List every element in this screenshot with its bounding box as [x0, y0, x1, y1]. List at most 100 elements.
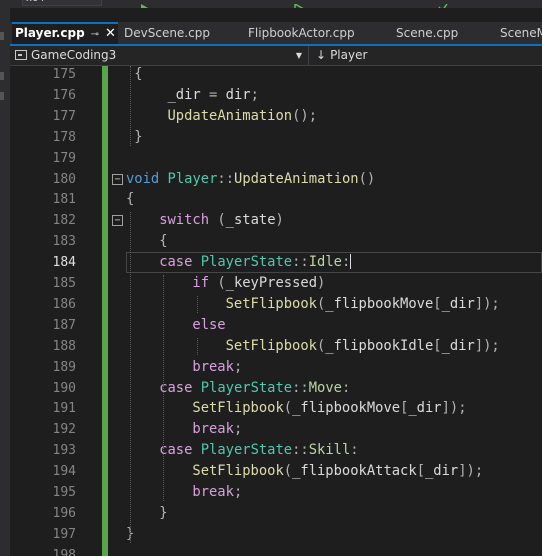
code-line[interactable]: 186 SetFlipbook(_flipbookMove[_dir]); [10, 294, 542, 315]
run-without-debug-icon[interactable] [294, 0, 304, 8]
code-token: SetFlipbook [225, 295, 317, 312]
code-text: SetFlipbook(_flipbookMove[_dir]); [226, 294, 500, 315]
code-token: : [350, 442, 359, 459]
line-number: 187 [52, 317, 76, 333]
code-token: _state [225, 212, 276, 229]
close-icon[interactable]: ✕ [105, 24, 116, 43]
line-number: 188 [52, 338, 76, 354]
code-token: Player [167, 170, 218, 187]
code-line[interactable]: 185 if (_keyPressed) [10, 273, 542, 294]
project-label: GameCoding3 [31, 48, 117, 62]
line-number: 196 [52, 505, 76, 521]
tab-flipbookactor-cpp[interactable]: FlipbookActor.cpp [246, 22, 386, 44]
code-text: break; [192, 357, 242, 378]
indent-guide [130, 212, 132, 543]
project-dropdown[interactable]: GameCoding3 ▼ [13, 46, 309, 65]
code-line[interactable]: 190 case PlayerState::Move: [10, 378, 542, 399]
server-explorer-tab[interactable] [0, 72, 4, 80]
data-sources-tab[interactable] [0, 92, 4, 100]
tab-scenemanager[interactable]: SceneM [498, 22, 542, 44]
code-token: ]); [474, 337, 500, 354]
code-token: if [192, 275, 210, 291]
line-number: 176 [52, 87, 76, 103]
collapse-icon[interactable]: − [112, 173, 123, 185]
line-number: 178 [52, 129, 76, 145]
code-line[interactable]: 193 case PlayerState::Skill: [10, 440, 542, 461]
main-toolbar: x64 [0, 0, 542, 8]
run-icon[interactable] [140, 0, 150, 8]
code-text: _dir = dir; [168, 85, 259, 106]
indent-guide [163, 275, 165, 501]
code-editor[interactable]: 175{176 _dir = dir; 177 UpdateAnimation(); 1… [10, 66, 542, 556]
pin-icon[interactable]: ⊸ [91, 25, 99, 44]
code-text: void Player::UpdateAnimation() [126, 169, 375, 190]
left-tool-strip [0, 8, 10, 556]
code-token: } [159, 504, 168, 521]
code-text: { [159, 231, 167, 252]
code-token: case [159, 254, 193, 271]
code-token: _dir [408, 400, 442, 417]
tab-devscene-cpp[interactable]: DevScene.cpp [122, 22, 238, 44]
collapse-icon[interactable]: − [112, 215, 123, 227]
code-token: Move [308, 379, 342, 396]
code-token: _dir [167, 86, 201, 103]
code-token: break [192, 358, 234, 375]
code-line[interactable]: 178} [10, 127, 542, 148]
code-line[interactable]: 184 case PlayerState::Idle: [10, 252, 542, 274]
code-text: SetFlipbook(_flipbookAttack[_dir]); [192, 461, 483, 482]
code-token: UpdateAnimation [167, 107, 293, 124]
code-token: UpdateAnimation [234, 170, 359, 187]
line-number: 198 [52, 547, 76, 556]
line-number: 186 [52, 296, 76, 312]
code-line[interactable]: 189 break; [10, 357, 542, 378]
code-line[interactable]: 195 break; [10, 482, 542, 503]
line-number: 192 [52, 422, 76, 438]
code-token: PlayerState [200, 254, 293, 271]
code-token: ; [233, 484, 243, 500]
code-text: { [134, 66, 142, 85]
code-line[interactable]: 176 _dir = dir; [10, 85, 542, 106]
code-token: { [134, 66, 143, 82]
code-line[interactable]: 192 break; [10, 419, 542, 440]
code-token: ) [275, 212, 284, 229]
code-token: ( [209, 275, 226, 291]
indent-guide [130, 66, 132, 146]
code-line[interactable]: 194 SetFlipbook(_flipbookAttack[_dir]); [10, 461, 542, 482]
code-line[interactable]: 188 SetFlipbook(_flipbookIdle[_dir]); [10, 336, 542, 357]
toolbox-tab[interactable] [0, 32, 4, 40]
code-line[interactable]: 181 { [10, 189, 542, 210]
tab-scene-cpp[interactable]: Scene.cpp [394, 22, 490, 44]
line-number: 180 [52, 171, 76, 187]
line-number: 185 [52, 276, 76, 291]
code-line[interactable]: 175 { [10, 66, 542, 85]
line-number: 179 [52, 150, 76, 166]
code-line[interactable]: 180 − void Player::UpdateAnimation() [10, 169, 542, 190]
line-number: 184 [52, 255, 76, 271]
code-line[interactable]: 191 SetFlipbook(_flipbookMove[_dir]); [10, 398, 542, 419]
code-line[interactable]: 177 UpdateAnimation(); [10, 106, 542, 127]
code-line[interactable]: 179 [10, 148, 542, 169]
code-line[interactable]: 196} [10, 503, 542, 524]
check-icon[interactable] [438, 0, 448, 8]
line-number: 191 [52, 401, 76, 417]
code-token: SetFlipbook [192, 463, 284, 480]
code-token: PlayerState [200, 442, 293, 459]
code-line[interactable]: 197} [10, 524, 542, 545]
code-token: SetFlipbook [225, 337, 317, 354]
code-line[interactable]: 198 [10, 545, 542, 556]
code-line[interactable]: 183 { [10, 231, 542, 252]
code-line[interactable]: 187 else [10, 315, 542, 336]
scope-dropdown[interactable]: ↓ Player [314, 46, 542, 65]
code-token: :: [292, 254, 309, 271]
code-token: { [126, 191, 135, 208]
code-token: = [200, 86, 226, 103]
code-token: [ [433, 337, 442, 354]
platform-combo[interactable]: x64 [22, 0, 102, 6]
line-number: 194 [52, 464, 76, 480]
line-number: 195 [52, 485, 76, 500]
code-text: } [134, 127, 142, 148]
code-line[interactable]: 182 − switch (_state) [10, 210, 542, 231]
chevron-down-icon: ▼ [295, 51, 302, 60]
tab-player-cpp[interactable]: Player.cpp ⊸ ✕ [12, 22, 118, 44]
